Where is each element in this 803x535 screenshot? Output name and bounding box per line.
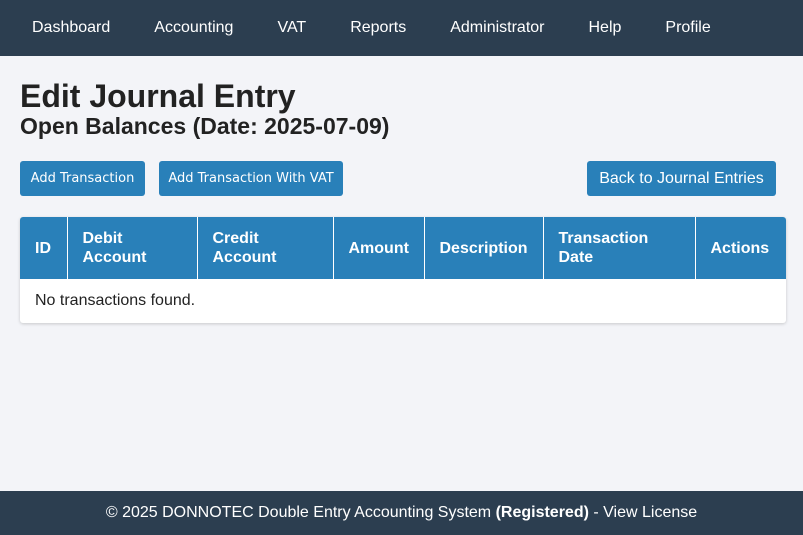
transactions-table-container: ID Debit Account Credit Account Amount D… xyxy=(20,217,786,323)
nav-help[interactable]: Help xyxy=(588,19,621,37)
nav-administrator[interactable]: Administrator xyxy=(450,19,544,37)
column-header-transaction-date: Transaction Date xyxy=(543,217,696,279)
nav-profile[interactable]: Profile xyxy=(665,19,710,37)
back-to-journal-entries-button[interactable]: Back to Journal Entries xyxy=(587,161,776,196)
column-header-credit-account: Credit Account xyxy=(197,217,334,279)
footer-registered: (Registered) xyxy=(495,504,589,521)
column-header-amount: Amount xyxy=(333,217,425,279)
column-header-actions: Actions xyxy=(695,217,786,279)
empty-table-message: No transactions found. xyxy=(35,292,196,309)
page-subtitle: Open Balances (Date: 2025-07-09) xyxy=(20,113,390,139)
page-footer: © 2025 DONNOTEC Double Entry Accounting … xyxy=(0,491,803,535)
transactions-table: ID Debit Account Credit Account Amount D… xyxy=(20,217,786,323)
page-title: Edit Journal Entry xyxy=(20,78,296,114)
column-header-description: Description xyxy=(424,217,544,279)
nav-reports[interactable]: Reports xyxy=(350,19,406,37)
top-navbar: Dashboard Accounting VAT Reports Adminis… xyxy=(0,0,803,56)
nav-vat[interactable]: VAT xyxy=(277,19,306,37)
column-header-debit-account: Debit Account xyxy=(67,217,198,279)
footer-copyright: © 2025 DONNOTEC Double Entry Accounting … xyxy=(105,504,492,521)
main-content: Edit Journal Entry Open Balances (Date: … xyxy=(0,56,803,323)
table-header-row: ID Debit Account Credit Account Amount D… xyxy=(20,217,786,279)
view-license-link[interactable]: View License xyxy=(603,504,697,522)
nav-dashboard[interactable]: Dashboard xyxy=(32,19,110,37)
column-header-id: ID xyxy=(20,217,68,279)
add-transaction-button[interactable]: Add Transaction xyxy=(20,161,145,196)
add-transaction-with-vat-button[interactable]: Add Transaction With VAT xyxy=(159,161,343,196)
footer-separator: - xyxy=(593,504,599,521)
table-row: No transactions found. xyxy=(20,279,786,323)
action-toolbar: Add Transaction Add Transaction With VAT… xyxy=(20,161,786,196)
nav-accounting[interactable]: Accounting xyxy=(154,19,233,37)
